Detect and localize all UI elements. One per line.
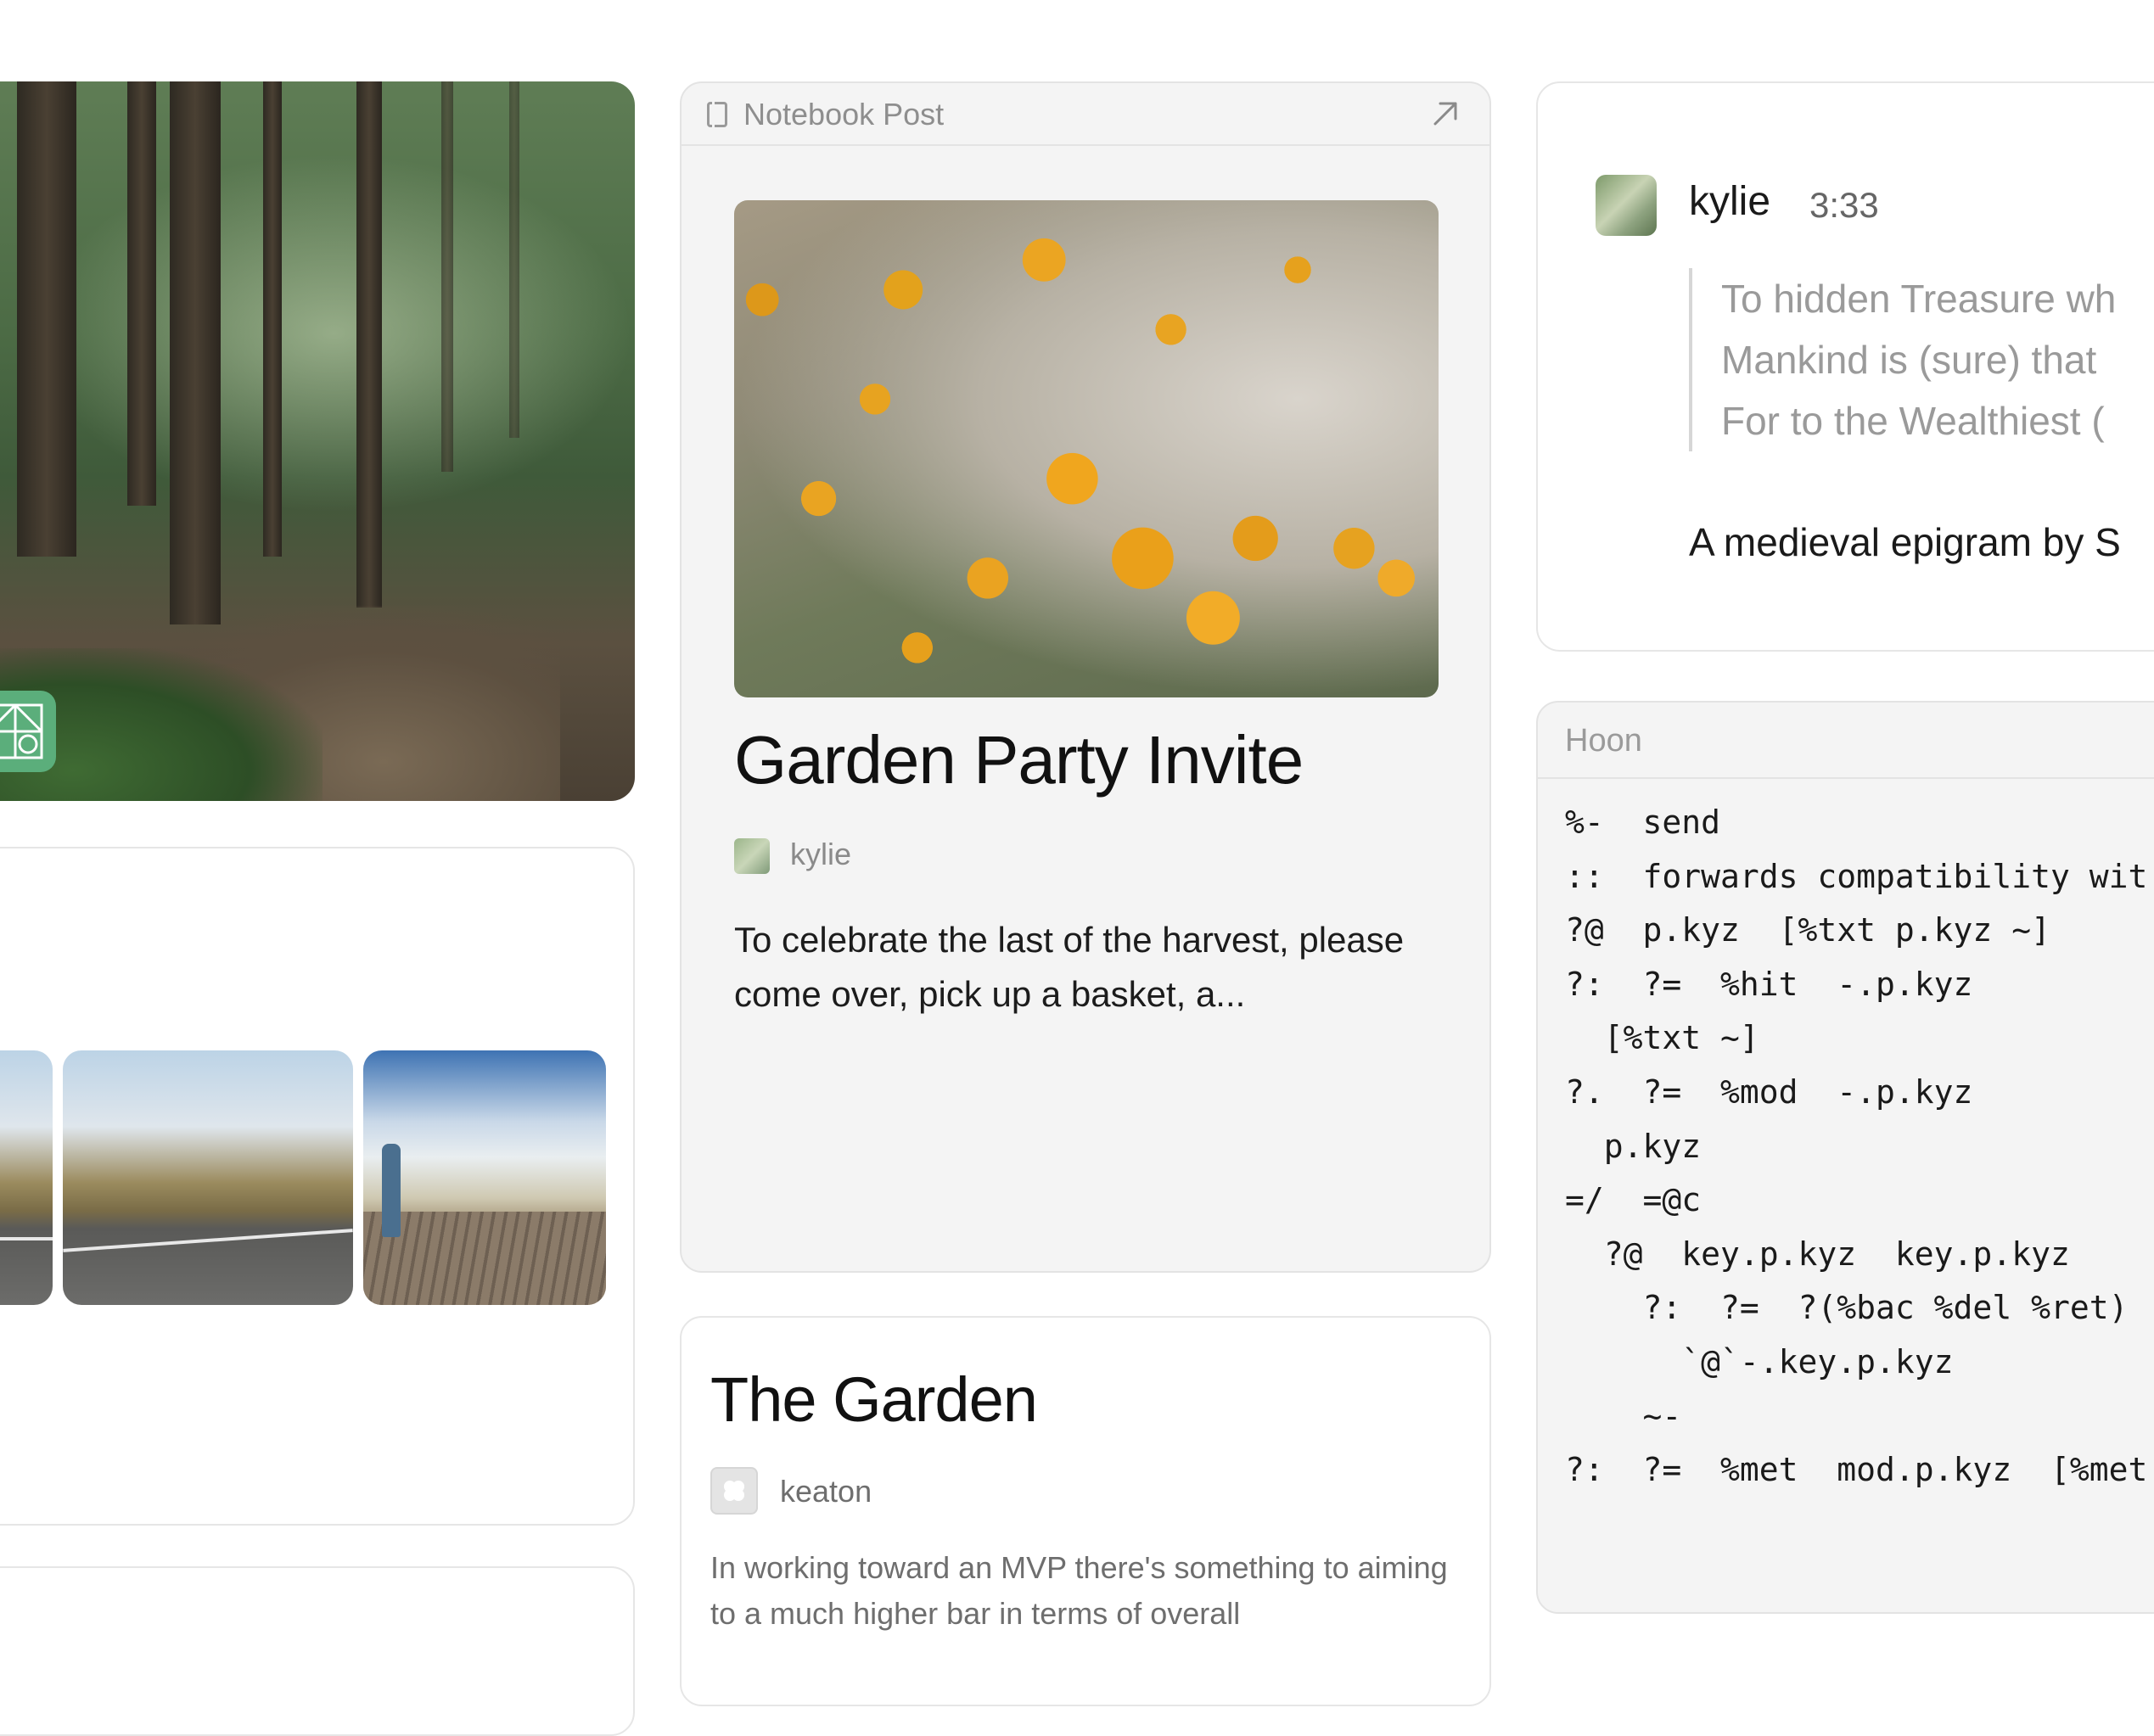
gallery-photo-boardwalk[interactable] bbox=[363, 1050, 606, 1305]
avatar[interactable] bbox=[734, 838, 770, 874]
gallery-photo-field[interactable] bbox=[0, 1050, 53, 1305]
notebook-post-header: Notebook Post bbox=[682, 83, 1489, 146]
code-line: ~- bbox=[1565, 1397, 1682, 1435]
garden-post-card[interactable]: The Garden keaton In working toward an M… bbox=[680, 1316, 1491, 1706]
quote-line: For to the Wealthiest ( bbox=[1721, 399, 2105, 443]
code-block-header: Hoon bbox=[1538, 703, 2154, 779]
code-language-label: Hoon bbox=[1565, 723, 1642, 759]
code-line: =/ =@c bbox=[1565, 1181, 1702, 1219]
gallery-photo-road[interactable] bbox=[63, 1050, 353, 1305]
flower-avatar-icon[interactable] bbox=[710, 1467, 758, 1515]
chat-message-card[interactable]: kylie 3:33 To hidden Treasure wh Mankind… bbox=[1536, 81, 2154, 652]
message-author[interactable]: kylie bbox=[1689, 178, 1770, 225]
post-excerpt: To celebrate the last of the harvest, pl… bbox=[734, 920, 1405, 1014]
quote-line: To hidden Treasure wh bbox=[1721, 277, 2117, 321]
gallery-card[interactable] bbox=[0, 847, 635, 1526]
code-line: ?@ key.p.kyz key.p.kyz bbox=[1565, 1235, 2070, 1273]
code-line: %- send bbox=[1565, 804, 1721, 841]
code-block-card[interactable]: Hoon %- send:: forwards compatibility wi… bbox=[1536, 701, 2154, 1614]
post-author[interactable]: kylie bbox=[790, 837, 851, 872]
avatar[interactable] bbox=[1596, 175, 1657, 236]
post-excerpt: In working toward an MVP there's somethi… bbox=[710, 1550, 1448, 1631]
code-content: %- send:: forwards compatibility wit?@ p… bbox=[1565, 796, 2147, 1498]
feed-card[interactable] bbox=[0, 1566, 635, 1736]
quote-line: Mankind is (sure) that bbox=[1721, 338, 2097, 382]
post-cover-image bbox=[734, 200, 1439, 697]
code-line: p.kyz bbox=[1565, 1127, 1702, 1165]
code-line: ?. ?= %mod -.p.kyz bbox=[1565, 1072, 1973, 1111]
app-grid-icon[interactable] bbox=[0, 691, 56, 772]
post-author[interactable]: keaton bbox=[780, 1474, 872, 1509]
message-text: A medieval epigram by S bbox=[1689, 520, 2121, 564]
code-line: `@`-.key.p.kyz bbox=[1565, 1342, 1954, 1380]
code-line: ?: ?= ?(%bac %del %ret) bbox=[1565, 1289, 2129, 1327]
code-line: ?: ?= %hit -.p.kyz bbox=[1565, 965, 1973, 1003]
blockquote: To hidden Treasure wh Mankind is (sure) … bbox=[1689, 268, 2116, 451]
post-title[interactable]: The Garden bbox=[710, 1364, 1038, 1436]
code-line: :: forwards compatibility wit bbox=[1565, 857, 2148, 895]
message-timestamp: 3:33 bbox=[1809, 185, 1879, 225]
post-title[interactable]: Garden Party Invite bbox=[734, 721, 1304, 799]
notebook-icon bbox=[707, 102, 727, 127]
forest-image-card[interactable] bbox=[0, 81, 635, 801]
code-line: ?: ?= %met mod.p.kyz [%met bbox=[1565, 1451, 2148, 1489]
notebook-post-card[interactable]: Notebook Post Garden Party Invite kylie … bbox=[680, 81, 1491, 1273]
code-line: ?@ p.kyz [%txt p.kyz ~] bbox=[1565, 911, 2050, 949]
arrow-up-right-icon[interactable] bbox=[1430, 98, 1461, 129]
notebook-post-label: Notebook Post bbox=[743, 97, 945, 132]
code-line: [%txt ~] bbox=[1565, 1019, 1759, 1057]
